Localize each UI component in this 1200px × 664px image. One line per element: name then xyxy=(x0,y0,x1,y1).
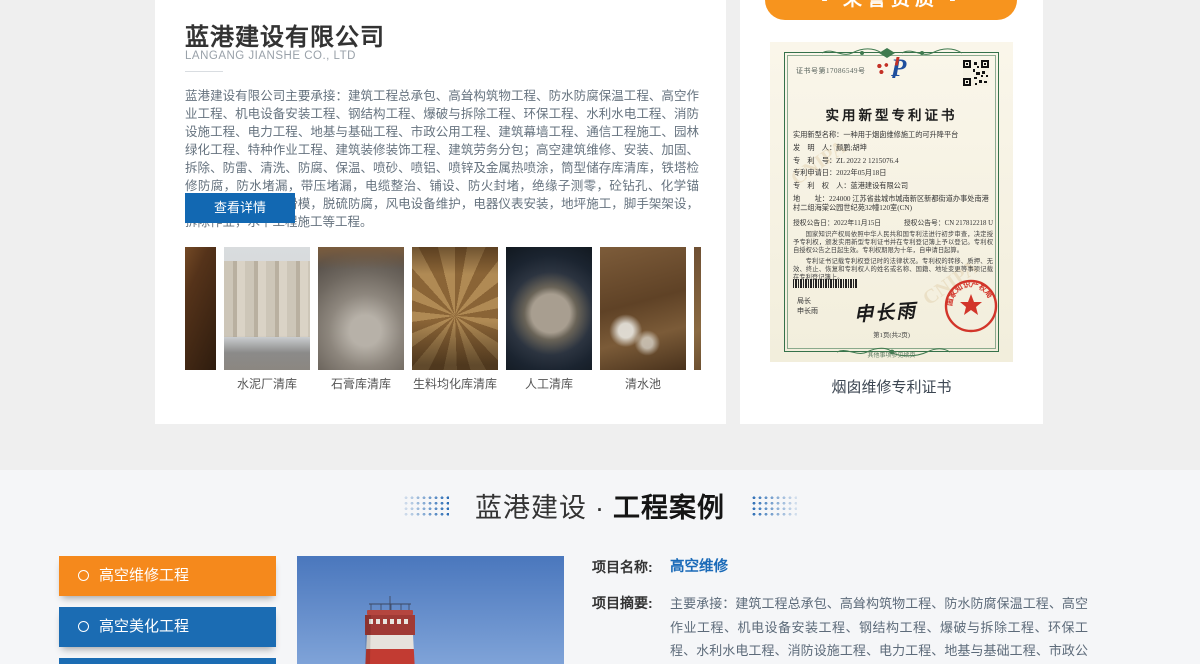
water-tank-thumbnail-image[interactable] xyxy=(600,247,686,370)
section-title-prefix: 蓝港建设 xyxy=(475,493,587,523)
signer-block: 局长 申长雨 xyxy=(797,296,818,316)
case-tab-label: 高空美化工程 xyxy=(99,618,189,635)
carousel-item[interactable]: 水泥厂清库 xyxy=(224,247,310,398)
company-intro-panel: 蓝港建设有限公司 LANGANG JIANSHE CO., LTD 蓝港建设有限… xyxy=(155,0,726,424)
section-title-main: 工程案例 xyxy=(613,493,725,523)
chimney-project-photo[interactable] xyxy=(297,556,564,664)
carousel-item[interactable] xyxy=(694,247,701,398)
barcode xyxy=(793,279,857,288)
certificate-number: 证书号第17086549号 xyxy=(796,66,866,76)
honor-panel: - 荣誉资质 - CNIPA CNIPA 证书号第17086549号 xyxy=(740,0,1043,424)
thumbnail-caption: 石膏库清库 xyxy=(318,370,404,398)
carousel-item[interactable]: 生料均化库清库 xyxy=(412,247,498,398)
certificate-grant-row: 授权公告日：2022年11月15日 授权公告号：CN 217812218 U xyxy=(793,217,993,227)
certificate-field: 实用新型名称：一种用于烟囱维修施工的可升降平台 xyxy=(793,131,993,140)
certificate-field: 地 址：224000 江苏省盐城市城南新区新都街道办事处南港村二组海棠公园世纪苑… xyxy=(793,195,993,213)
qr-code xyxy=(963,60,989,86)
certificate-caption: 烟囱维修专利证书 xyxy=(740,376,1043,397)
grant-number: 授权公告号：CN 217812218 U xyxy=(904,217,993,227)
cnipa-logo-icon: P xyxy=(891,56,906,81)
company-name-en: LANGANG JIANSHE CO., LTD xyxy=(185,50,356,62)
dots-decoration-icon xyxy=(751,495,797,517)
official-seal-icon: 国家知识产权局 xyxy=(943,278,999,334)
certificate-page-number: 第1页(共2页) xyxy=(770,329,1013,339)
certificate-field: 专 利 号：ZL 2022 2 1215076.4 xyxy=(793,157,993,166)
circle-bullet-icon xyxy=(78,570,89,581)
case-tab-partial[interactable] xyxy=(59,658,276,664)
section-title-separator: · xyxy=(595,493,605,523)
case-tab-label: 高空维修工程 xyxy=(99,567,189,584)
dots-decoration-icon xyxy=(403,495,449,517)
cement-plant-thumbnail-image[interactable] xyxy=(224,247,310,370)
carousel-item[interactable]: 库 xyxy=(185,247,216,398)
case-category-tabs: 高空维修工程 高空美化工程 xyxy=(59,556,276,664)
project-info: 项目名称: 高空维修 项目摘要: 主要承接：建筑工程总承包、高耸构筑物工程、防水… xyxy=(592,556,1088,664)
signer-name: 申长雨 xyxy=(797,306,818,316)
view-details-button[interactable]: 查看详情 xyxy=(185,193,295,223)
homogenization-silo-thumbnail-image[interactable] xyxy=(412,247,498,370)
case-tab-aerial-repair[interactable]: 高空维修工程 xyxy=(59,556,276,596)
signer-title: 局长 xyxy=(797,296,818,306)
director-signature: 申长雨 xyxy=(853,296,918,327)
cases-section-header: 蓝港建设 · 工程案例 xyxy=(0,486,1200,525)
gypsum-silo-thumbnail-image[interactable] xyxy=(318,247,404,370)
legal-paragraph: 国家知识产权局依照中华人民共和国专利法进行初步审查，决定授予专利权，颁发实用新型… xyxy=(793,231,993,256)
grant-date: 授权公告日：2022年11月15日 xyxy=(793,217,881,227)
project-name-row: 项目名称: 高空维修 xyxy=(592,556,1088,578)
carousel-item[interactable]: 清水池 xyxy=(600,247,686,398)
certificate-field: 专利申请日：2022年05月18日 xyxy=(793,169,993,178)
case-tab-aerial-beautification[interactable]: 高空美化工程 xyxy=(59,607,276,647)
thumbnail-caption: 水泥厂清库 xyxy=(224,370,310,398)
thumbnail-caption xyxy=(694,370,701,398)
certificate-legal-text: 国家知识产权局依照中华人民共和国专利法进行初步审查，决定授予专利权，颁发实用新型… xyxy=(793,231,993,284)
thumbnail-caption: 清水池 xyxy=(600,370,686,398)
certificate-field: 专 利 权 人：蓝港建设有限公司 xyxy=(793,182,993,191)
thumbnail-caption: 生料均化库清库 xyxy=(412,370,498,398)
honor-qualification-badge[interactable]: - 荣誉资质 - xyxy=(765,0,1017,20)
manual-clearing-thumbnail-image[interactable] xyxy=(506,247,592,370)
section-title: 蓝港建设 · 工程案例 xyxy=(475,486,725,525)
certificate-fields: 实用新型名称：一种用于烟囱维修施工的可升降平台 发 明 人：颜鹏;胡坤 专 利 … xyxy=(793,131,993,227)
carousel-item[interactable]: 人工清库 xyxy=(506,247,592,398)
certificate-title: 实用新型专利证书 xyxy=(770,104,1013,124)
thumbnail-caption: 人工清库 xyxy=(506,370,592,398)
project-summary-label: 项目摘要: xyxy=(592,592,654,664)
thumbnail-image[interactable] xyxy=(694,247,701,370)
certificate-footnote: 其他事项参见续页 xyxy=(770,350,1013,359)
case-thumbnails-carousel[interactable]: 库 水泥厂清库 石膏库清库 生料均化库清库 人工清库 xyxy=(185,247,701,398)
project-name-label: 项目名称: xyxy=(592,556,654,578)
project-summary-row: 项目摘要: 主要承接：建筑工程总承包、高耸构筑物工程、防水防腐保温工程、高空作业… xyxy=(592,592,1088,664)
company-name: 蓝港建设有限公司 xyxy=(185,17,385,52)
page: 蓝港建设有限公司 LANGANG JIANSHE CO., LTD 蓝港建设有限… xyxy=(0,0,1200,664)
project-name-link[interactable]: 高空维修 xyxy=(670,556,728,578)
silo-interior-thumbnail-image[interactable] xyxy=(185,247,216,370)
divider xyxy=(185,71,223,72)
thumbnail-caption: 库 xyxy=(185,370,216,398)
patent-certificate-image[interactable]: CNIPA CNIPA 证书号第17086549号 xyxy=(770,42,1013,362)
carousel-track: 库 水泥厂清库 石膏库清库 生料均化库清库 人工清库 xyxy=(185,247,701,398)
certificate-field: 发 明 人：颜鹏;胡坤 xyxy=(793,144,993,153)
project-summary-text: 主要承接：建筑工程总承包、高耸构筑物工程、防水防腐保温工程、高空作业工程、机电设… xyxy=(670,592,1088,664)
carousel-item[interactable]: 石膏库清库 xyxy=(318,247,404,398)
circle-bullet-icon xyxy=(78,621,89,632)
